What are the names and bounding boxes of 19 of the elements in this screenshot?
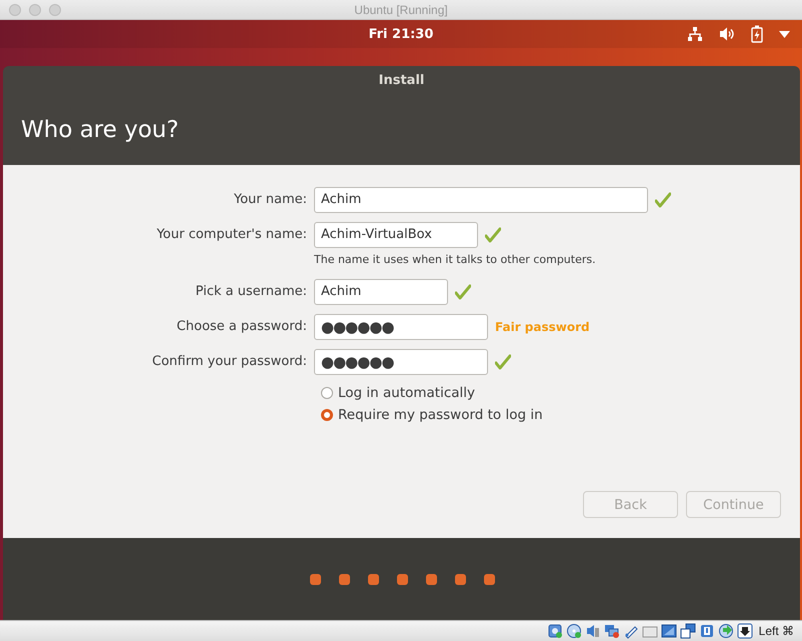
window-title: Ubuntu [Running] — [354, 2, 448, 16]
input-field[interactable]: Achim — [314, 278, 448, 304]
field-label: Pick a username: — [194, 284, 307, 299]
host-key-label: Left ⌘ — [758, 624, 794, 638]
radio-label[interactable]: Require my password to log in — [338, 407, 543, 423]
input-field[interactable]: Achim-VirtualBox — [314, 222, 478, 248]
field-label: Your computer's name: — [156, 227, 307, 242]
field-label: Confirm your password: — [151, 354, 307, 369]
password-field[interactable]: ●●●●●● — [314, 348, 488, 374]
password-strength: Fair password — [495, 320, 590, 334]
clock[interactable]: Fri 21:30 — [368, 26, 434, 42]
page-heading: Who are you? — [20, 116, 180, 143]
field-label: Choose a password: — [176, 319, 307, 334]
dialog-title: Install — [378, 72, 426, 90]
input-field[interactable]: Achim — [314, 186, 648, 212]
password-field[interactable]: ●●●●●● — [314, 314, 488, 340]
field-label: Your name: — [232, 192, 307, 207]
radio-label[interactable]: Log in automatically — [338, 385, 476, 401]
field-hint: The name it uses when it talks to other computers. — [314, 252, 596, 266]
